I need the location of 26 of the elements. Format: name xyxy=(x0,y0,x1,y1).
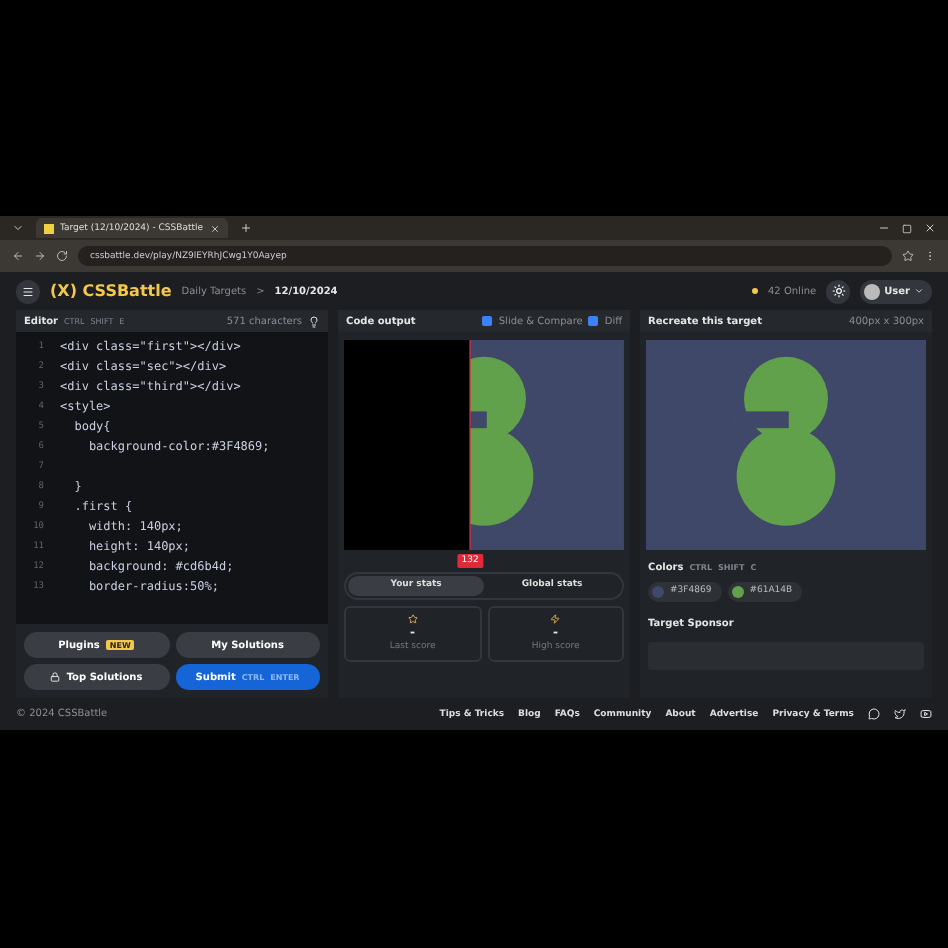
logo[interactable]: (X) CSSBattle xyxy=(50,282,172,300)
checkbox[interactable] xyxy=(482,316,493,326)
star-icon xyxy=(407,614,418,625)
twitter-icon[interactable] xyxy=(894,708,906,720)
tab-list-icon[interactable] xyxy=(12,222,24,234)
bookmark-icon[interactable] xyxy=(902,250,914,262)
avatar-icon xyxy=(864,283,881,299)
theme-button[interactable] xyxy=(826,279,851,303)
maximize-icon[interactable] xyxy=(902,223,912,233)
video-icon[interactable] xyxy=(920,708,932,720)
forward-icon[interactable] xyxy=(34,250,46,262)
minimize-icon[interactable] xyxy=(878,222,890,234)
lock-icon xyxy=(50,672,61,682)
checkbox[interactable] xyxy=(588,316,599,326)
back-icon[interactable] xyxy=(12,250,24,262)
lightning-icon xyxy=(550,614,561,625)
menu-icon xyxy=(22,285,34,297)
chat-icon[interactable] xyxy=(868,708,880,720)
sun-icon xyxy=(831,284,846,298)
caret-icon xyxy=(914,286,924,296)
reload-icon[interactable] xyxy=(56,250,68,262)
online-dot-icon xyxy=(752,288,758,294)
new-tab-icon[interactable] xyxy=(239,222,252,234)
menu-button[interactable] xyxy=(16,279,40,303)
favicon-icon xyxy=(44,223,54,233)
close-icon[interactable] xyxy=(924,222,936,234)
